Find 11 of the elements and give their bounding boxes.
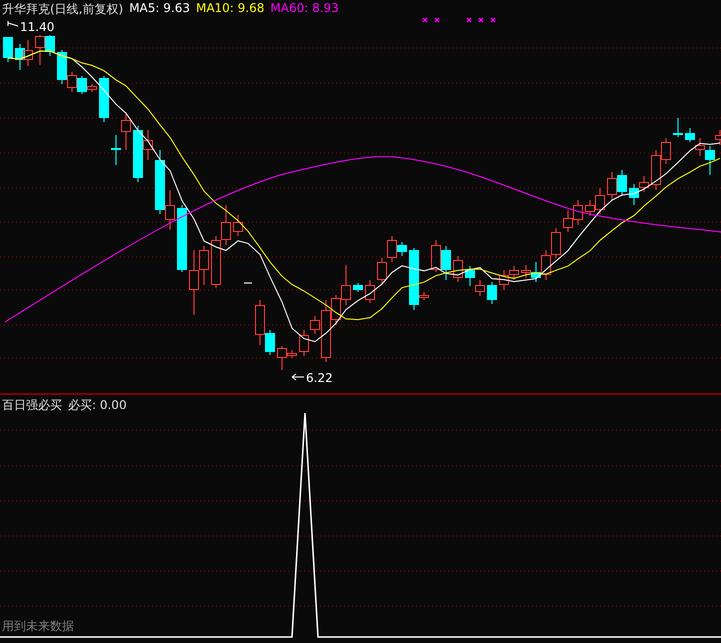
indicator-title: 百日强必买 [2,397,62,414]
high-arrow [8,20,18,26]
warning-text: 用到未来数据 [2,618,74,635]
indicator-value: MA10: 9.68 [196,1,264,17]
indicator-value: 必买: 0.00 [68,397,127,414]
indicator-value: MA60: 8.93 [270,1,339,17]
high-price-label: 11.40 [20,20,54,34]
low-price-label: 6.22 [306,371,333,385]
indicator-value: MA5: 9.63 [129,1,190,17]
low-arrow [292,374,304,380]
chart-title: 升华拜克(日线,前复权) [2,1,124,18]
